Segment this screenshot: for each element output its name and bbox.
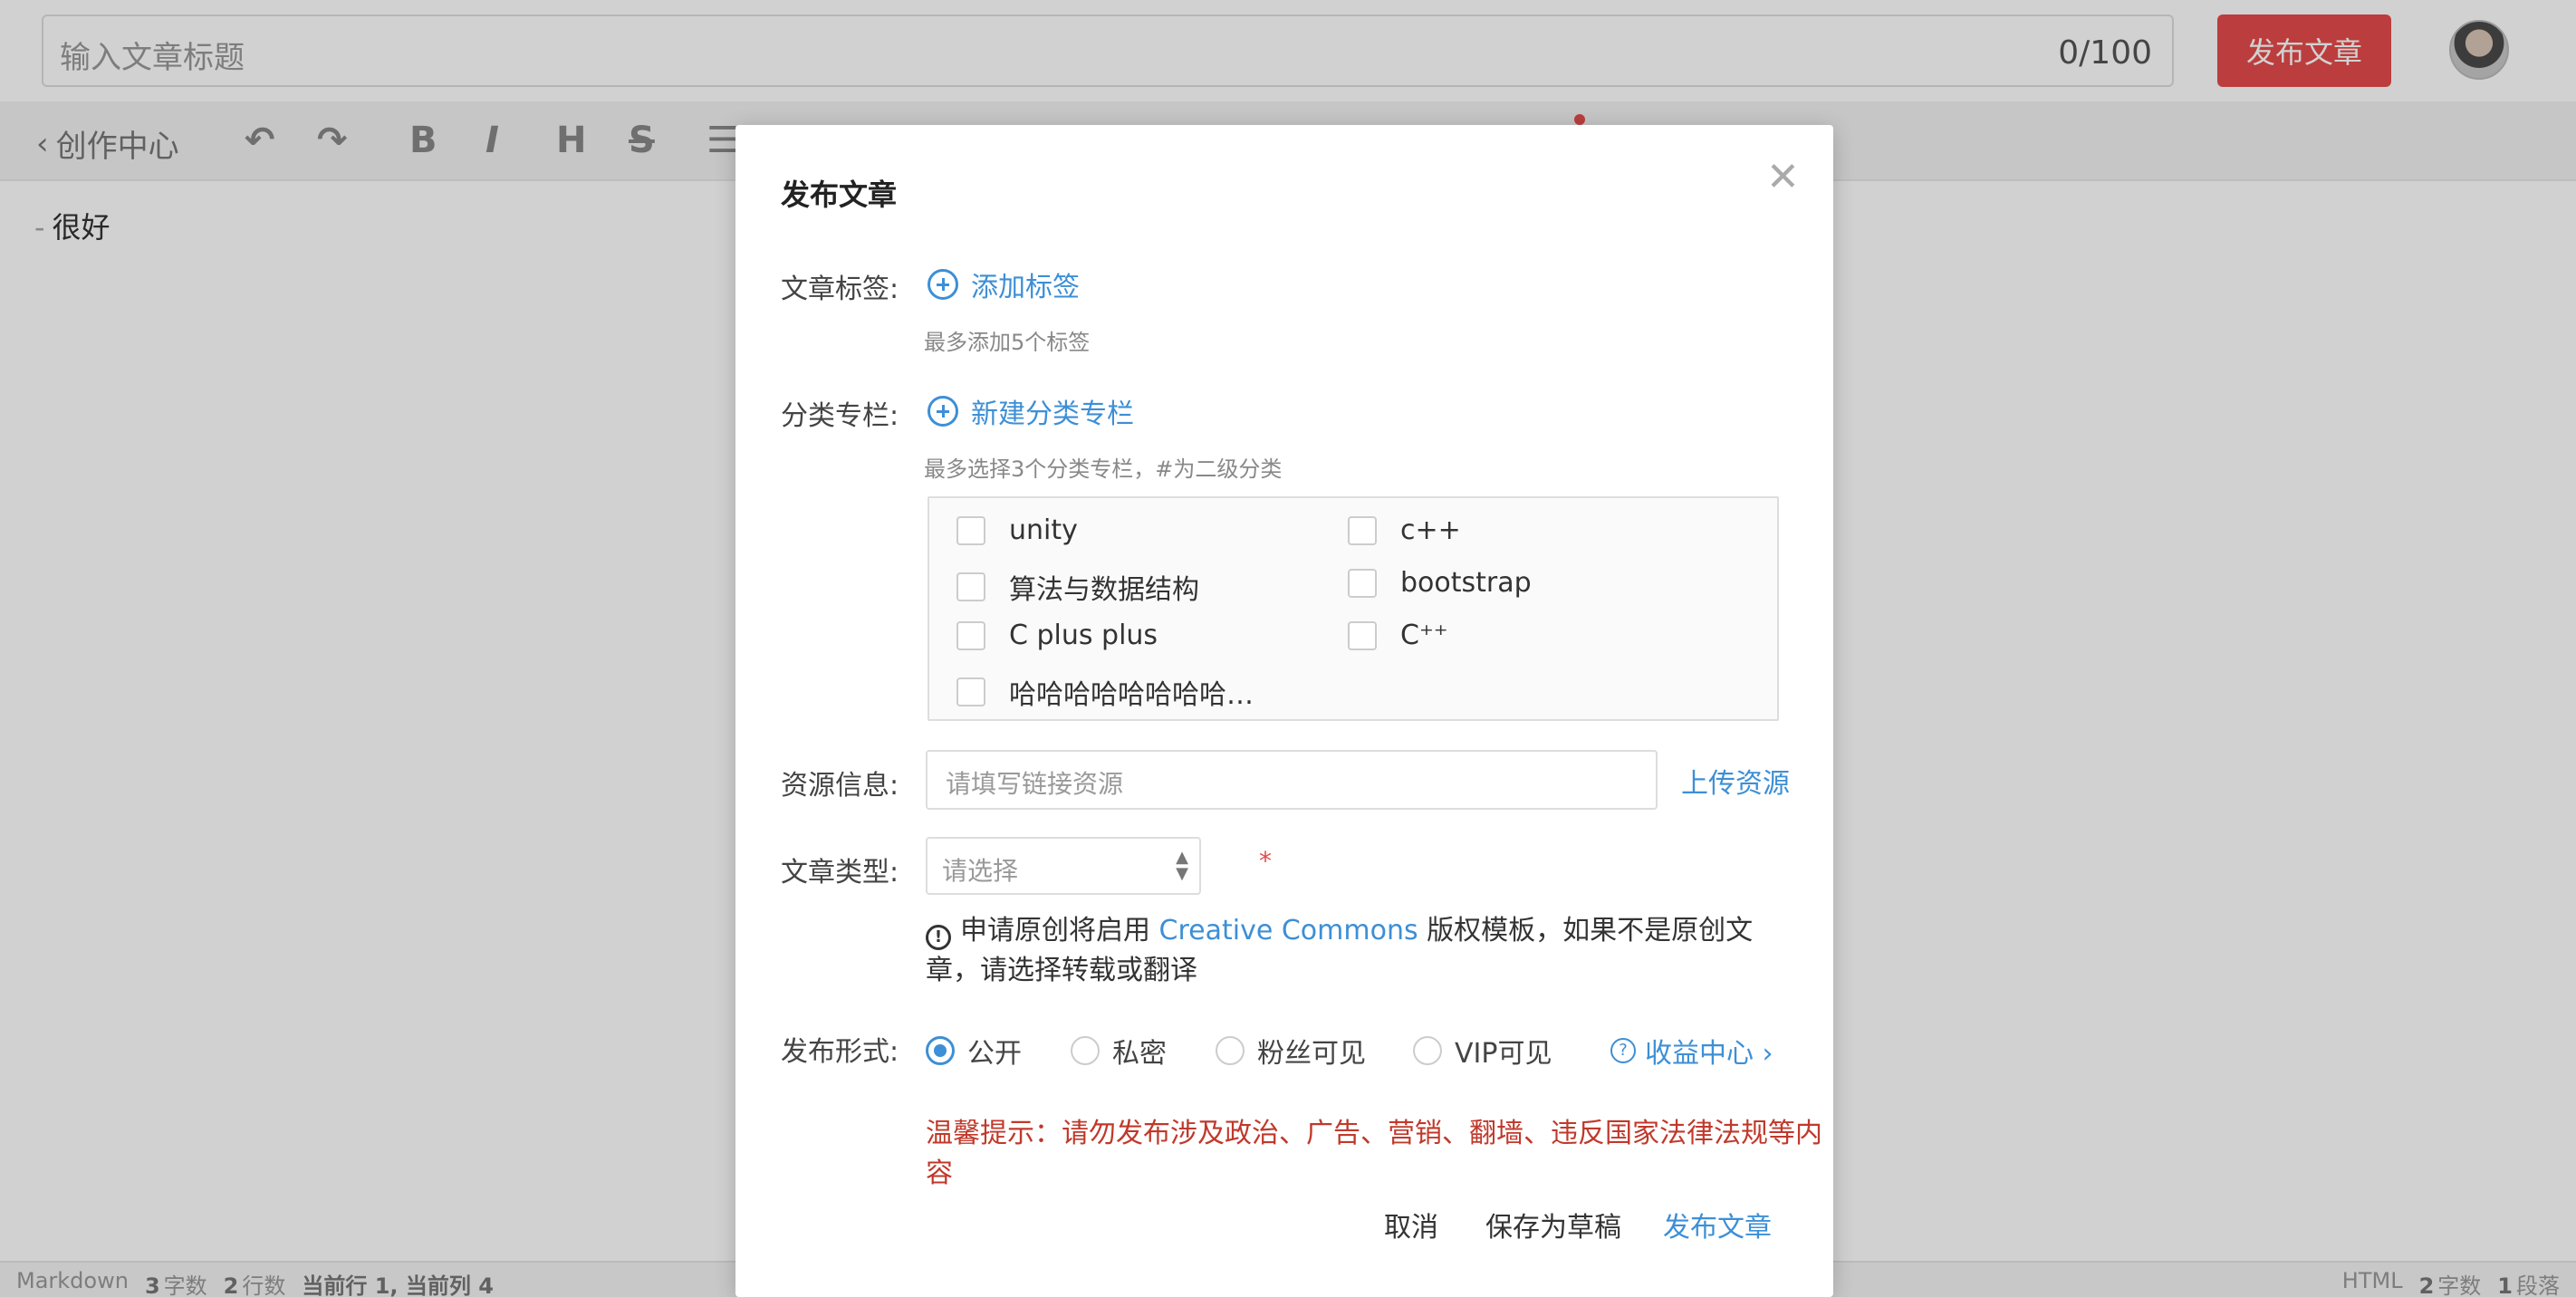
- new-category-button[interactable]: 新建分类专栏: [928, 391, 1134, 431]
- resource-placeholder: 请填写链接资源: [946, 769, 1124, 799]
- plus-circle-icon: [928, 396, 958, 427]
- warning-text: 温馨提示：请勿发布涉及政治、广告、营销、翻墙、违反国家法律法规等内容: [926, 1118, 1822, 1189]
- article-type-label: 文章类型:: [781, 857, 899, 889]
- checkbox[interactable]: [956, 620, 985, 650]
- cancel-button[interactable]: 取消: [1384, 1205, 1438, 1244]
- radio-label: 私密: [1112, 1038, 1167, 1070]
- radio-label: VIP可见: [1455, 1038, 1552, 1070]
- radio-button[interactable]: [1413, 1036, 1442, 1065]
- category-item-label: c++: [1400, 514, 1461, 546]
- checkbox[interactable]: [1348, 568, 1377, 598]
- income-center-link[interactable]: ? 收益中心 ›: [1610, 1031, 1773, 1071]
- creative-commons-link[interactable]: Creative Commons: [1159, 915, 1418, 946]
- plus-circle-icon: [928, 269, 958, 300]
- category-label: 分类专栏:: [781, 400, 899, 432]
- select-arrows-icon: ▲ ▼: [1176, 848, 1188, 883]
- checkbox[interactable]: [1348, 515, 1377, 545]
- radio-button[interactable]: [1216, 1036, 1245, 1065]
- category-hint: 最多选择3个分类专栏，#为二级分类: [924, 456, 1283, 482]
- category-item[interactable]: bootstrap: [1348, 567, 1532, 599]
- resource-label: 资源信息:: [781, 770, 899, 802]
- visibility-label: 发布形式:: [781, 1036, 899, 1068]
- add-tag-button[interactable]: 添加标签: [928, 264, 1080, 304]
- article-type-placeholder: 请选择: [942, 856, 1019, 886]
- category-item-label: 哈哈哈哈哈哈哈哈…: [1009, 679, 1254, 711]
- notice-before: 申请原创将启用: [960, 915, 1150, 946]
- checkbox[interactable]: [1348, 620, 1377, 650]
- category-item[interactable]: unity: [956, 514, 1078, 546]
- radio-private[interactable]: 私密: [1071, 1031, 1167, 1071]
- category-item[interactable]: C plus plus: [956, 620, 1158, 651]
- radio-vip[interactable]: VIP可见: [1413, 1031, 1552, 1071]
- category-item-label: unity: [1009, 514, 1078, 546]
- radio-label: 公开: [967, 1038, 1022, 1070]
- category-list: unity c++ 算法与数据结构 bootstrap C plus plus …: [928, 496, 1779, 721]
- info-icon: !: [926, 925, 951, 950]
- checkbox[interactable]: [956, 515, 985, 545]
- radio-public[interactable]: 公开: [926, 1031, 1022, 1071]
- category-item-label: 算法与数据结构: [1009, 574, 1199, 606]
- category-item[interactable]: 算法与数据结构: [956, 567, 1199, 607]
- question-icon: ?: [1610, 1038, 1636, 1063]
- checkbox[interactable]: [956, 677, 985, 706]
- copyright-notice: ! 申请原创将启用 Creative Commons 版权模板，如果不是原创文章，…: [926, 911, 1795, 991]
- publish-button[interactable]: 发布文章: [1663, 1205, 1772, 1244]
- radio-label: 粉丝可见: [1257, 1038, 1366, 1070]
- add-tag-label: 添加标签: [971, 272, 1080, 303]
- publish-dialog: 发布文章 ✕ 文章标签: 添加标签 最多添加5个标签 分类专栏: 新建分类专栏 …: [735, 125, 1833, 1297]
- tags-label: 文章标签:: [781, 274, 899, 305]
- tags-hint: 最多添加5个标签: [924, 330, 1091, 355]
- category-item-label: bootstrap: [1400, 567, 1532, 599]
- category-item-label: C⁺⁺: [1400, 620, 1448, 651]
- required-marker: *: [1259, 846, 1272, 876]
- category-item[interactable]: C⁺⁺: [1348, 620, 1448, 651]
- radio-fans[interactable]: 粉丝可见: [1216, 1031, 1366, 1071]
- upload-resource-link[interactable]: 上传资源: [1681, 761, 1790, 801]
- save-draft-button[interactable]: 保存为草稿: [1485, 1205, 1621, 1244]
- new-category-label: 新建分类专栏: [971, 399, 1134, 430]
- close-icon[interactable]: ✕: [1766, 158, 1800, 197]
- radio-button[interactable]: [926, 1036, 955, 1065]
- checkbox[interactable]: [956, 572, 985, 601]
- category-item-label: C plus plus: [1009, 620, 1158, 651]
- dialog-title: 发布文章: [781, 178, 898, 212]
- article-type-select[interactable]: 请选择 ▲ ▼: [926, 837, 1201, 895]
- resource-input[interactable]: 请填写链接资源: [926, 750, 1658, 810]
- income-center-label: 收益中心 ›: [1645, 1038, 1773, 1070]
- category-item[interactable]: c++: [1348, 514, 1461, 546]
- radio-button[interactable]: [1071, 1036, 1100, 1065]
- category-item[interactable]: 哈哈哈哈哈哈哈哈…: [956, 672, 1254, 712]
